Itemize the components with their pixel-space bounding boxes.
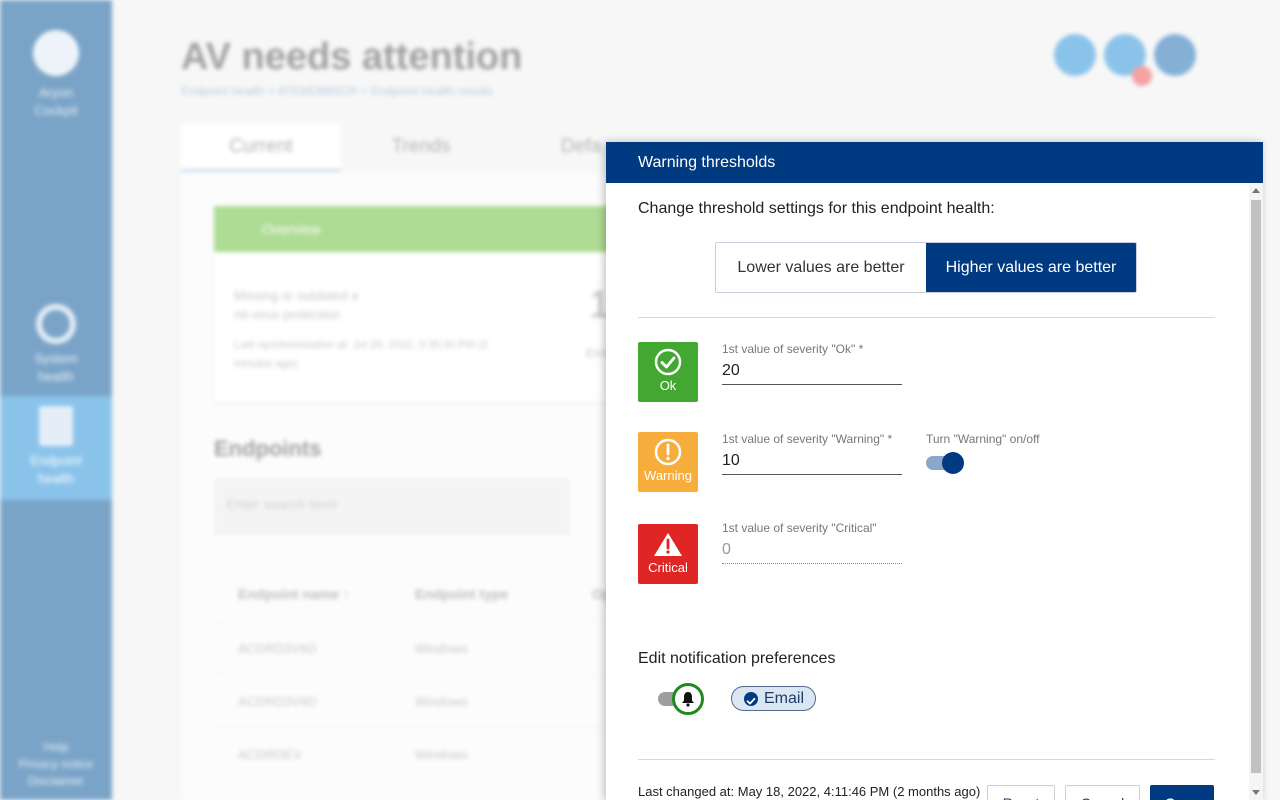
dialog-intro: Change threshold settings for this endpo…: [638, 200, 995, 217]
dialog-scrollbar[interactable]: [1249, 183, 1263, 800]
severity-critical-label: Critical: [648, 560, 688, 575]
warning-threshold-input[interactable]: [722, 447, 902, 475]
toggle-knob: [672, 683, 704, 715]
warning-triangle-icon: [654, 533, 682, 556]
check-circle-icon: [654, 348, 682, 376]
warning-threshold-label: 1st value of severity "Warning" *: [722, 432, 893, 446]
critical-threshold-label: 1st value of severity "Critical": [722, 521, 877, 535]
severity-critical-badge: Critical: [638, 524, 698, 584]
lower-values-better-button[interactable]: Lower values are better: [716, 243, 926, 292]
severity-ok-badge: Ok: [638, 342, 698, 402]
dialog-body: Change threshold settings for this endpo…: [606, 183, 1263, 800]
warning-toggle[interactable]: [926, 451, 964, 475]
reset-button[interactable]: Reset: [987, 785, 1055, 800]
cancel-button[interactable]: Cancel: [1065, 785, 1140, 800]
ok-threshold-label: 1st value of severity "Ok" *: [722, 342, 864, 356]
check-icon: [744, 692, 758, 706]
scroll-up-arrow-icon[interactable]: [1252, 188, 1260, 193]
severity-ok-label: Ok: [659, 378, 677, 393]
save-button[interactable]: Save: [1150, 785, 1214, 800]
critical-threshold-input: [722, 536, 902, 564]
exclamation-circle-icon: [654, 438, 682, 466]
higher-values-better-button[interactable]: Higher values are better: [926, 243, 1136, 292]
scroll-down-arrow-icon[interactable]: [1252, 790, 1260, 795]
severity-warning-badge: Warning: [638, 432, 698, 492]
last-changed-text: Last changed at: May 18, 2022, 4:11:46 P…: [638, 784, 981, 799]
bell-icon: [682, 692, 694, 707]
ok-threshold-input[interactable]: [722, 357, 902, 385]
notification-preferences-title: Edit notification preferences: [638, 650, 836, 667]
scrollbar-thumb[interactable]: [1251, 200, 1261, 773]
dialog-title: Warning thresholds: [606, 142, 1263, 183]
toggle-knob: [942, 452, 964, 474]
divider: [638, 317, 1215, 318]
divider: [638, 759, 1215, 760]
warning-thresholds-dialog: Warning thresholds Change threshold sett…: [606, 142, 1263, 800]
email-chip-label: Email: [764, 690, 805, 707]
notification-bell-toggle[interactable]: [658, 683, 704, 715]
severity-warning-label: Warning: [644, 468, 692, 483]
value-direction-toggle: Lower values are better Higher values ar…: [715, 242, 1137, 293]
email-chip[interactable]: Email: [731, 686, 816, 711]
warning-toggle-label: Turn "Warning" on/off: [926, 432, 1040, 446]
